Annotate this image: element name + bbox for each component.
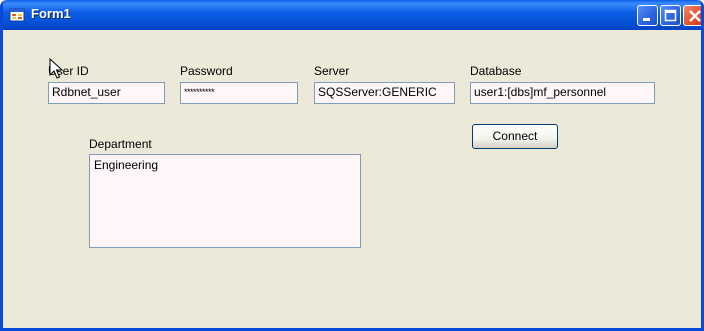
server-input[interactable]: SQSServer:GENERIC bbox=[314, 82, 455, 104]
password-label: Password bbox=[180, 64, 233, 78]
user-id-input[interactable]: Rdbnet_user bbox=[48, 82, 165, 104]
department-textarea[interactable]: Engineering bbox=[89, 154, 361, 248]
password-input[interactable]: ********** bbox=[180, 82, 298, 104]
minimize-icon bbox=[643, 18, 650, 21]
window-title: Form1 bbox=[31, 6, 71, 21]
department-label: Department bbox=[89, 137, 152, 151]
close-button[interactable] bbox=[683, 5, 701, 26]
maximize-button[interactable] bbox=[660, 5, 681, 26]
close-icon bbox=[689, 10, 701, 22]
connect-button[interactable]: Connect bbox=[472, 124, 558, 149]
mouse-pointer-icon bbox=[49, 57, 64, 85]
form-app-icon[interactable] bbox=[9, 7, 25, 23]
minimize-button[interactable] bbox=[637, 5, 658, 26]
form-window: Form1 User ID Rdbnet_user Password *****… bbox=[0, 0, 704, 331]
title-bar[interactable]: Form1 bbox=[3, 0, 701, 30]
maximize-icon bbox=[664, 9, 677, 22]
database-label: Database bbox=[470, 64, 522, 78]
server-label: Server bbox=[314, 64, 350, 78]
database-input[interactable]: user1:[dbs]mf_personnel bbox=[470, 82, 655, 104]
